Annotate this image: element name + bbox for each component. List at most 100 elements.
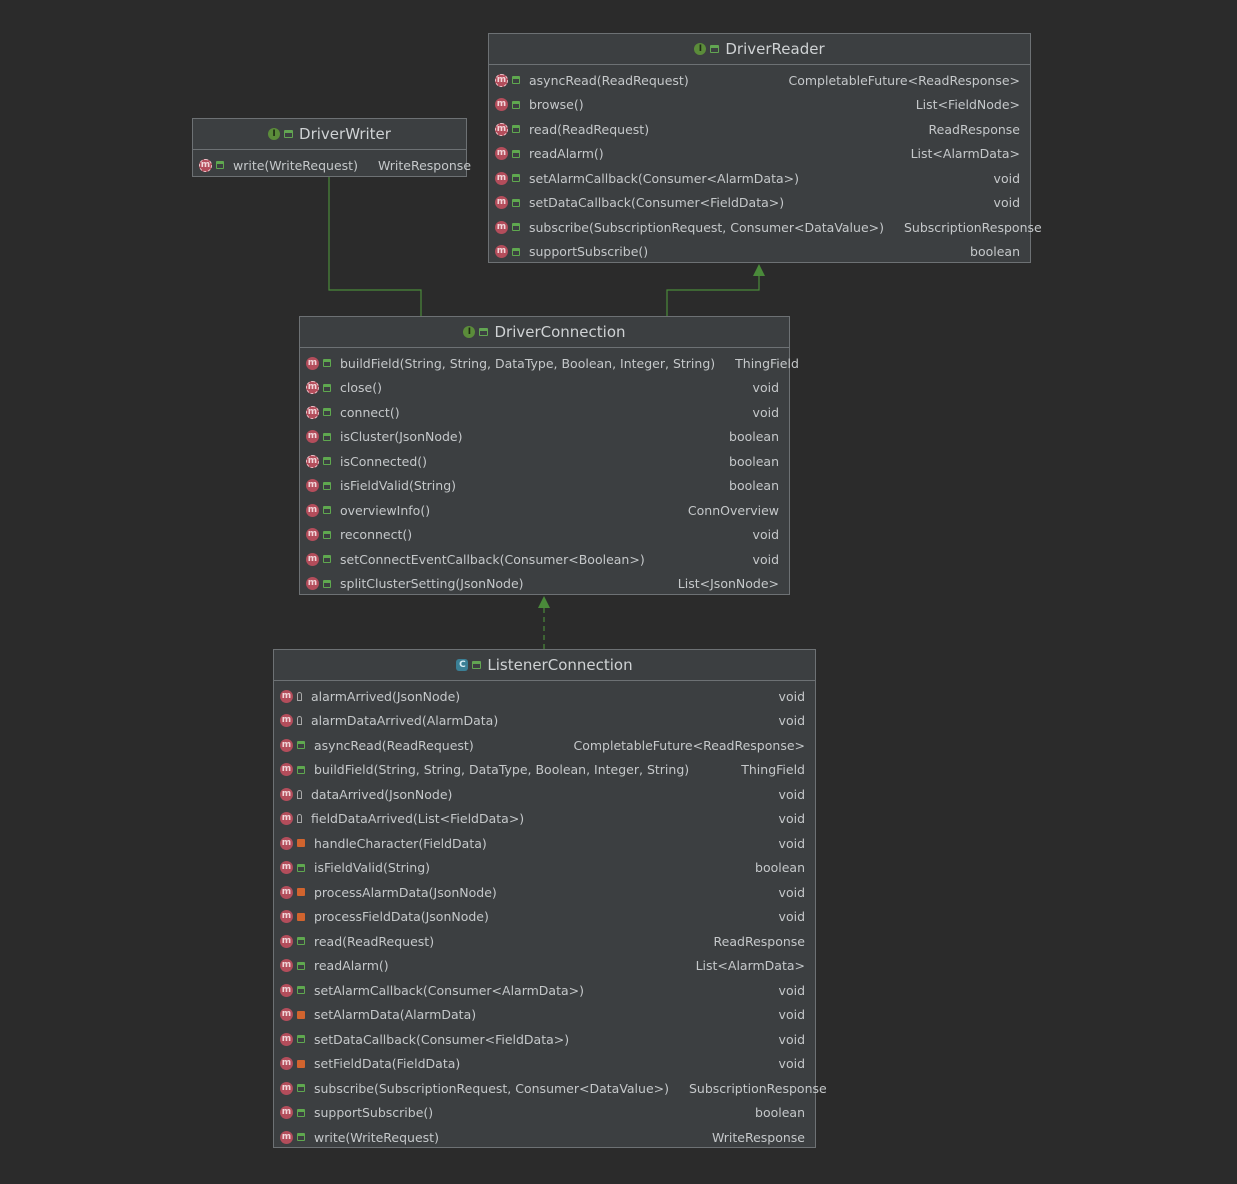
method-signature: handleCharacter(FieldData) (314, 835, 487, 851)
private-visibility-icon (297, 888, 305, 897)
method-signature: read(ReadRequest) (529, 121, 650, 137)
method-row[interactable]: m setAlarmCallback(Consumer<AlarmData>) vo… (489, 166, 1030, 191)
method-row[interactable]: m read(ReadRequest) ReadResponse (489, 117, 1030, 142)
method-icon: m (280, 861, 293, 875)
public-visibility-icon (297, 1084, 305, 1093)
driver-connection-methods: m buildField(String, String, DataType, Bo… (300, 348, 799, 597)
protected-visibility-icon (297, 789, 302, 799)
method-row[interactable]: m read(ReadRequest) ReadResponse (274, 929, 815, 954)
extends-edge-driver-reader (666, 275, 760, 316)
method-row[interactable]: m subscribe(SubscriptionRequest, Consumer… (274, 1076, 827, 1101)
method-icon: m (306, 577, 319, 591)
method-signature: fieldDataArrived(List<FieldData>) (311, 811, 525, 827)
method-return-type: void (778, 713, 805, 729)
method-icon: m (495, 220, 508, 234)
method-row[interactable]: m asyncRead(ReadRequest) CompletableFuture… (489, 68, 1030, 93)
arrowhead-driver-connection (538, 596, 550, 608)
public-visibility-icon (512, 125, 520, 134)
method-row[interactable]: m connect() void (300, 400, 789, 425)
class-icon: C (456, 659, 469, 671)
method-return-type: void (778, 1031, 805, 1047)
method-row[interactable]: m splitClusterSetting(JsonNode) List<JsonN… (300, 572, 789, 597)
method-row[interactable]: m setAlarmCallback(Consumer<AlarmData>) vo… (274, 978, 815, 1003)
method-row[interactable]: m setFieldData(FieldData) void (274, 1052, 815, 1077)
public-visibility-icon (323, 555, 331, 564)
public-visibility-icon (323, 359, 331, 368)
method-signature: setAlarmCallback(Consumer<AlarmData>) (529, 170, 799, 186)
method-return-type: List<JsonNode> (677, 576, 779, 592)
method-row[interactable]: m fieldDataArrived(List<FieldData>) void (274, 807, 815, 832)
method-row[interactable]: m supportSubscribe() boolean (489, 240, 1030, 265)
listener-connection-box[interactable]: C ListenerConnection m alarmArrived(JsonN… (273, 649, 827, 1150)
method-row[interactable]: m setDataCallback(Consumer<FieldData>) voi… (489, 191, 1030, 216)
method-icon: m (280, 689, 293, 703)
method-row[interactable]: m setDataCallback(Consumer<FieldData>) voi… (274, 1027, 815, 1052)
method-row[interactable]: m close() void (300, 376, 789, 401)
method-row[interactable]: m asyncRead(ReadRequest) CompletableFuture… (274, 733, 815, 758)
method-row[interactable]: m isFieldValid(String) boolean (274, 856, 815, 881)
method-return-type: WriteResponse (377, 157, 472, 173)
public-visibility-icon (323, 506, 331, 515)
method-icon: m (306, 430, 319, 444)
method-row[interactable]: m buildField(String, String, DataType, Bo… (274, 758, 815, 783)
method-row[interactable]: m write(WriteRequest) WriteResponse (193, 153, 471, 178)
method-row[interactable]: m alarmDataArrived(AlarmData) void (274, 709, 815, 734)
method-row[interactable]: m buildField(String, String, DataType, Bo… (300, 351, 799, 376)
method-row[interactable]: m setConnectEventCallback(Consumer<Boolea… (300, 547, 789, 572)
method-row[interactable]: m alarmArrived(JsonNode) void (274, 684, 815, 709)
method-row[interactable]: m isCluster(JsonNode) boolean (300, 425, 789, 450)
method-row[interactable]: m handleCharacter(FieldData) void (274, 831, 815, 856)
method-icon: m (306, 528, 319, 542)
public-visibility-icon (323, 530, 331, 539)
method-icon: m (306, 503, 319, 517)
method-icon: m (280, 910, 293, 924)
method-row[interactable]: m overviewInfo() ConnOverview (300, 498, 789, 523)
public-visibility-icon (323, 457, 331, 466)
method-row[interactable]: m isConnected() boolean (300, 449, 789, 474)
method-icon: m (280, 714, 293, 728)
method-row[interactable]: m write(WriteRequest) WriteResponse (274, 1125, 815, 1150)
driver-reader-box[interactable]: I DriverReader m asyncRead(ReadRequest) Co… (488, 33, 1042, 265)
method-icon: m (280, 812, 293, 826)
method-icon: m (306, 479, 319, 493)
method-signature: write(WriteRequest) (314, 1129, 439, 1145)
public-visibility-icon (512, 223, 520, 232)
protected-visibility-icon (297, 814, 302, 824)
public-visibility-icon (512, 149, 520, 158)
method-row[interactable]: m browse() List<FieldNode> (489, 93, 1030, 118)
method-return-type: CompletableFuture<ReadResponse> (573, 737, 805, 753)
method-return-type: void (752, 527, 779, 543)
public-icon (479, 328, 489, 336)
method-return-type: void (993, 170, 1020, 186)
method-signature: setFieldData(FieldData) (314, 1056, 461, 1072)
method-return-type: void (778, 982, 805, 998)
method-return-type: void (778, 835, 805, 851)
driver-writer-box[interactable]: I DriverWriter m write(WriteRequest) Write… (192, 118, 471, 178)
method-row[interactable]: m subscribe(SubscriptionRequest, Consumer… (489, 215, 1042, 240)
interface-icon: I (268, 128, 281, 140)
method-icon: m (280, 1081, 293, 1095)
method-row[interactable]: m readAlarm() List<AlarmData> (274, 954, 815, 979)
driver-connection-header: I DriverConnection (300, 317, 789, 348)
method-return-type: void (778, 688, 805, 704)
method-return-type: boolean (729, 429, 779, 445)
method-return-type: void (778, 909, 805, 925)
method-signature: connect() (340, 404, 400, 420)
driver-reader-header: I DriverReader (489, 34, 1030, 65)
method-row[interactable]: m readAlarm() List<AlarmData> (489, 142, 1030, 167)
method-row[interactable]: m setAlarmData(AlarmData) void (274, 1003, 815, 1028)
method-row[interactable]: m dataArrived(JsonNode) void (274, 782, 815, 807)
public-visibility-icon (297, 765, 305, 774)
abstract-method-icon: m (306, 454, 319, 468)
method-icon: m (280, 738, 293, 752)
method-row[interactable]: m reconnect() void (300, 523, 789, 548)
method-signature: dataArrived(JsonNode) (311, 786, 453, 802)
driver-connection-box[interactable]: I DriverConnection m buildField(String, S… (299, 316, 799, 597)
method-row[interactable]: m processAlarmData(JsonNode) void (274, 880, 815, 905)
method-row[interactable]: m supportSubscribe() boolean (274, 1101, 815, 1126)
method-icon: m (495, 196, 508, 210)
public-visibility-icon (323, 383, 331, 392)
method-row[interactable]: m isFieldValid(String) boolean (300, 474, 789, 499)
method-row[interactable]: m processFieldData(JsonNode) void (274, 905, 815, 930)
method-return-type: List<FieldNode> (915, 97, 1020, 113)
